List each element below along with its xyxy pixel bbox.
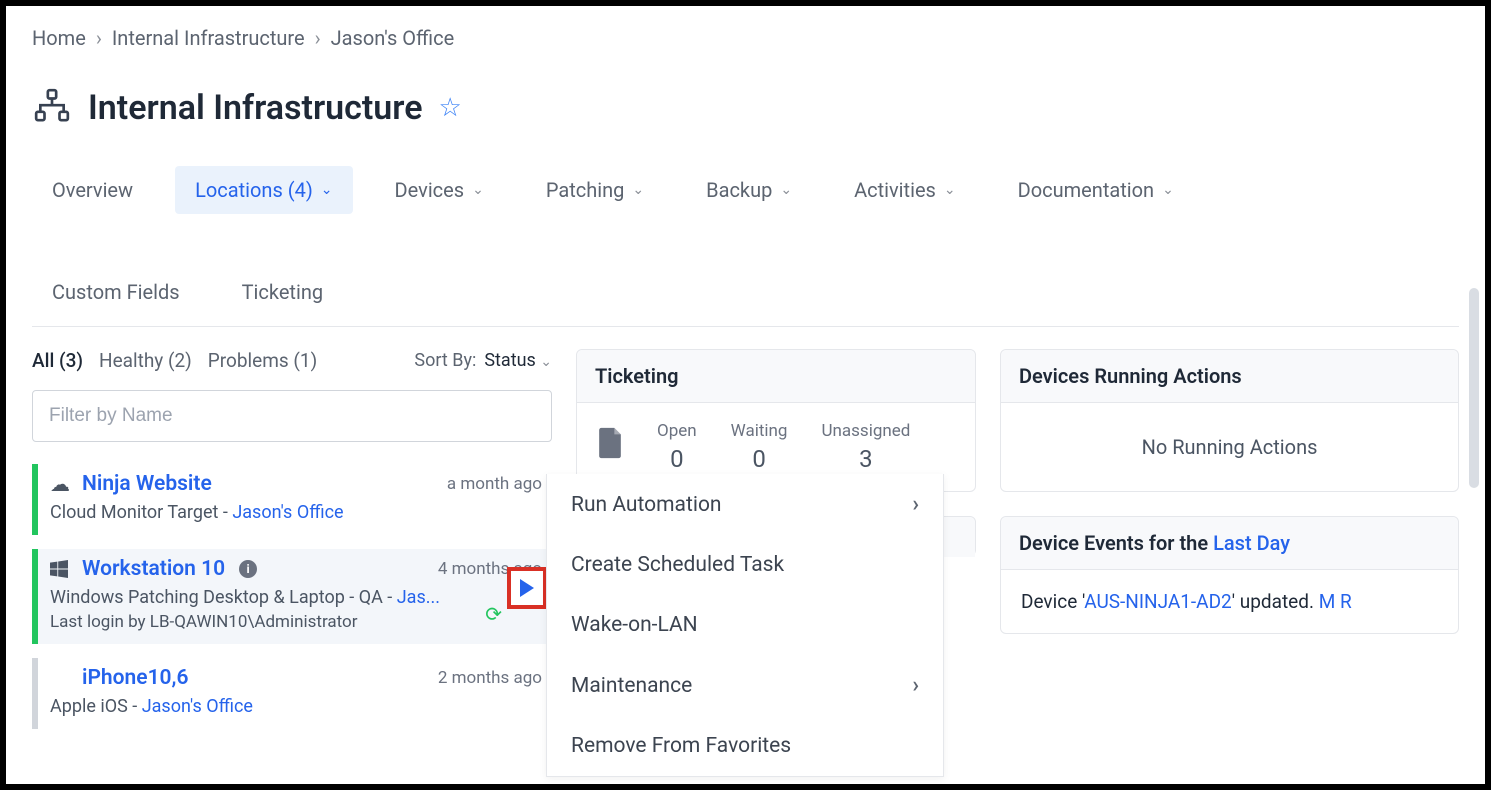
device-row[interactable]: iPhone10,6 2 months ago Apple iOS - Jaso… (32, 658, 552, 729)
chevron-right-icon: › (912, 492, 919, 517)
tab-activities[interactable]: Activities⌄ (834, 166, 976, 214)
no-running-actions: No Running Actions (1001, 403, 1458, 491)
filter-all[interactable]: All (3) (32, 349, 83, 372)
device-last-login: Last login by LB-QAWIN10\Administrator (50, 612, 542, 632)
filter-healthy[interactable]: Healthy (2) (99, 349, 192, 372)
menu-create-scheduled-task[interactable]: Create Scheduled Task (547, 535, 943, 595)
windows-icon (50, 560, 72, 578)
breadcrumb: Home › Internal Infrastructure › Jason's… (32, 26, 1459, 50)
chevron-right-icon: › (315, 26, 321, 50)
tabs: Overview Locations (4)⌄ Devices⌄ Patchin… (32, 166, 1459, 327)
refresh-icon[interactable]: ⟳ (485, 602, 502, 626)
tab-locations[interactable]: Locations (4)⌄ (175, 166, 352, 214)
sort-label: Sort By: (414, 350, 476, 371)
info-icon[interactable]: i (239, 560, 257, 578)
device-name-link[interactable]: iPhone10,6 (82, 666, 189, 690)
filter-problems[interactable]: Problems (1) (208, 349, 317, 372)
document-icon (597, 427, 623, 467)
cloud-icon: ☁ (50, 472, 72, 496)
tab-custom-fields[interactable]: Custom Fields (32, 268, 200, 316)
ticketing-card: Ticketing Open 0 Waiting 0 Unassigned (576, 349, 976, 492)
event-row: Device 'AUS-NINJA1-AD2' updated. M R (1001, 570, 1458, 633)
page-title: Internal Infrastructure (88, 88, 423, 128)
running-actions-card: Devices Running Actions No Running Actio… (1000, 349, 1459, 492)
card-header: Ticketing (577, 350, 975, 403)
chevron-down-icon: ⌄ (944, 182, 956, 198)
chevron-down-icon: ⌄ (321, 182, 333, 198)
favorite-star-icon[interactable]: ☆ (439, 93, 462, 123)
tab-backup[interactable]: Backup⌄ (686, 166, 812, 214)
tab-documentation[interactable]: Documentation⌄ (998, 166, 1194, 214)
scrollbar[interactable] (1469, 288, 1479, 488)
breadcrumb-home[interactable]: Home (32, 26, 86, 50)
chevron-down-icon: ⌄ (632, 182, 644, 198)
ticketing-waiting[interactable]: Waiting 0 (731, 421, 788, 473)
device-row[interactable]: Workstation 10 i 4 months ago Windows Pa… (32, 549, 552, 644)
chevron-down-icon: ⌄ (540, 354, 552, 370)
sort-dropdown[interactable]: Status ⌄ (484, 350, 552, 371)
ticketing-open[interactable]: Open 0 (657, 421, 697, 473)
card-header: Device Events for the Last Day (1001, 517, 1458, 570)
play-icon (520, 579, 534, 597)
event-action-m[interactable]: M (1319, 590, 1336, 613)
device-time: a month ago (447, 474, 542, 494)
tab-overview[interactable]: Overview (32, 166, 153, 214)
events-range-link[interactable]: Last Day (1213, 531, 1290, 555)
run-actions-button[interactable] (507, 567, 547, 609)
menu-wake-on-lan[interactable]: Wake-on-LAN (547, 595, 943, 655)
device-time: 2 months ago (438, 668, 542, 688)
tab-ticketing[interactable]: Ticketing (222, 268, 344, 316)
chevron-right-icon: › (912, 673, 919, 698)
device-events-card: Device Events for the Last Day Device 'A… (1000, 516, 1459, 634)
filter-by-name-input[interactable] (32, 390, 552, 442)
breadcrumb-org[interactable]: Internal Infrastructure (112, 26, 305, 50)
device-row[interactable]: ☁ Ninja Website a month ago Cloud Monito… (32, 464, 552, 535)
tab-patching[interactable]: Patching⌄ (526, 166, 664, 214)
event-device-link[interactable]: AUS-NINJA1-AD2 (1084, 590, 1232, 613)
device-name-link[interactable]: Workstation 10 (82, 557, 225, 581)
device-location-link[interactable]: Jason's Office (232, 502, 343, 523)
device-name-link[interactable]: Ninja Website (82, 472, 212, 496)
menu-run-automation[interactable]: Run Automation › (547, 474, 943, 535)
device-context-menu: Run Automation › Create Scheduled Task W… (546, 474, 944, 777)
ticketing-unassigned[interactable]: Unassigned 3 (821, 421, 910, 473)
card-header: Devices Running Actions (1001, 350, 1458, 403)
menu-maintenance[interactable]: Maintenance › (547, 655, 943, 716)
menu-remove-from-favorites[interactable]: Remove From Favorites (547, 716, 943, 776)
device-location-link[interactable]: Jas... (397, 587, 440, 608)
chevron-down-icon: ⌄ (1162, 182, 1174, 198)
tab-devices[interactable]: Devices⌄ (375, 166, 504, 214)
chevron-down-icon: ⌄ (780, 182, 792, 198)
event-action-r[interactable]: R (1340, 590, 1352, 613)
organization-icon (32, 86, 72, 130)
breadcrumb-location[interactable]: Jason's Office (331, 26, 455, 50)
device-location-link[interactable]: Jason's Office (142, 696, 253, 717)
chevron-right-icon: › (96, 26, 102, 50)
chevron-down-icon: ⌄ (472, 182, 484, 198)
